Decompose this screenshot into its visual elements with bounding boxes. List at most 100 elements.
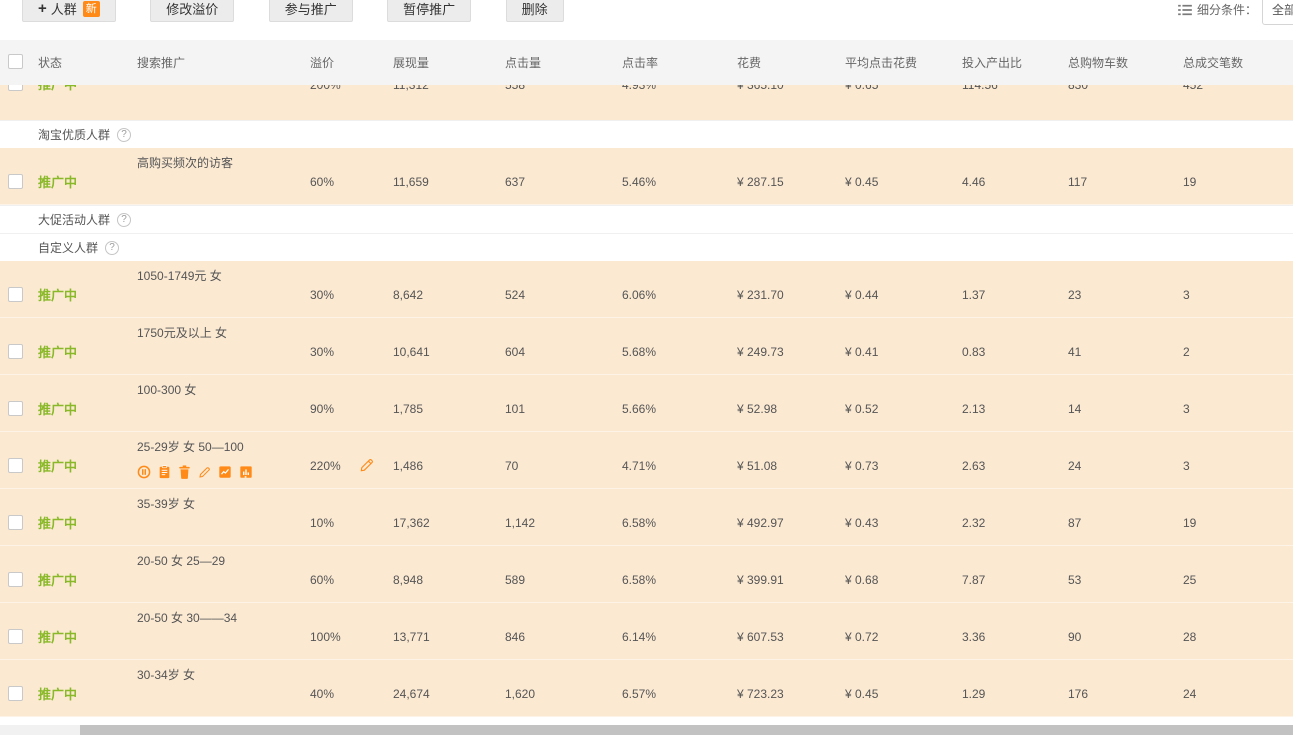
- impressions-cell: 8,948: [393, 546, 505, 603]
- row-checkbox[interactable]: [8, 458, 23, 473]
- col-header-cost[interactable]: 花费: [737, 54, 845, 71]
- status-label: 推广中: [38, 399, 77, 418]
- deals-cell: 28: [1183, 603, 1293, 660]
- clicks-value: 1,620: [505, 687, 535, 701]
- row-checkbox[interactable]: [8, 344, 23, 359]
- horizontal-scrollbar[interactable]: [0, 725, 1293, 735]
- col-header-premium[interactable]: 溢价: [310, 54, 393, 71]
- clicks-value: 70: [505, 459, 518, 473]
- audience-name[interactable]: 高购买频次的访客: [137, 155, 310, 171]
- audience-name[interactable]: 20-50 女 25—29: [137, 553, 310, 569]
- carts-cell: 24: [1068, 432, 1183, 489]
- segment-dropdown[interactable]: 全部: [1262, 0, 1293, 25]
- col-header-avg-cost[interactable]: 平均点击花费: [845, 54, 962, 71]
- premium-cell: 200%: [310, 85, 393, 120]
- col-header-deals[interactable]: 总成交笔数: [1183, 54, 1293, 71]
- audience-name[interactable]: 35-39岁 女: [137, 496, 310, 512]
- row-checkbox[interactable]: [8, 515, 23, 530]
- impressions-cell: 13,771: [393, 603, 505, 660]
- cost-cell: ¥ 231.70: [737, 261, 845, 318]
- deals-cell: 3: [1183, 261, 1293, 318]
- edit-premium-icon[interactable]: [359, 458, 374, 473]
- status-cell: 推广中: [30, 603, 137, 660]
- roi-value: 0.83: [962, 345, 985, 359]
- row-checkbox[interactable]: [8, 572, 23, 587]
- ctr-value: 6.14%: [622, 630, 656, 644]
- audience-name[interactable]: 1750元及以上 女: [137, 325, 310, 341]
- status-label: 推广中: [38, 627, 77, 646]
- join-promotion-button[interactable]: 参与推广: [269, 0, 353, 22]
- cost-value: ¥ 231.70: [737, 288, 784, 302]
- table-row: 推广中200%11,3125584.93%¥ 365.10¥ 0.65114.5…: [0, 85, 1293, 120]
- help-icon[interactable]: ?: [117, 213, 131, 227]
- roi-value: 7.87: [962, 573, 985, 587]
- name-cell: 35-39岁 女: [137, 489, 310, 546]
- carts-value: 24: [1068, 459, 1081, 473]
- audience-name[interactable]: 25-29岁 女 50—100: [137, 439, 310, 455]
- table-row-grid: 推广中35-39岁 女10%17,3621,1426.58%¥ 492.97¥ …: [0, 489, 1293, 546]
- row-checkbox[interactable]: [8, 686, 23, 701]
- audience-name[interactable]: 100-300 女: [137, 382, 310, 398]
- audience-name[interactable]: 20-50 女 30——34: [137, 610, 310, 626]
- scrollbar-thumb[interactable]: [80, 725, 1293, 735]
- ctr-value: 5.46%: [622, 175, 656, 189]
- col-header-clicks[interactable]: 点击量: [505, 54, 622, 71]
- avg_cost-cell: ¥ 0.68: [845, 546, 962, 603]
- col-header-roi[interactable]: 投入产出比: [962, 54, 1068, 71]
- roi-value: 4.46: [962, 175, 985, 189]
- cost-value: ¥ 492.97: [737, 516, 784, 530]
- add-audience-button[interactable]: + 人群 新: [22, 0, 116, 22]
- audience-name[interactable]: 1050-1749元 女: [137, 268, 310, 284]
- col-header-status[interactable]: 状态: [30, 54, 137, 71]
- deals-value: 3: [1183, 459, 1190, 473]
- status-cell: 推广中: [30, 660, 137, 717]
- col-header-impressions[interactable]: 展现量: [393, 54, 505, 71]
- roi-cell: 2.63: [962, 432, 1068, 489]
- checkbox-cell: [0, 375, 30, 432]
- col-header-search-promo[interactable]: 搜索推广: [137, 54, 310, 71]
- avg_cost-value: ¥ 0.45: [845, 687, 878, 701]
- row-checkbox[interactable]: [8, 401, 23, 416]
- ctr-value: 6.06%: [622, 288, 656, 302]
- trend-chart-icon[interactable]: [218, 465, 232, 479]
- audience-name[interactable]: 30-34岁 女: [137, 667, 310, 683]
- help-icon[interactable]: ?: [117, 128, 131, 142]
- deals-cell: 24: [1183, 660, 1293, 717]
- col-header-ctr[interactable]: 点击率: [622, 54, 737, 71]
- row-checkbox[interactable]: [8, 174, 23, 189]
- col-header-carts[interactable]: 总购物车数: [1068, 54, 1183, 71]
- pause-icon[interactable]: [137, 465, 151, 479]
- premium-cell: 30%: [310, 318, 393, 375]
- chart-column-icon[interactable]: [239, 465, 253, 479]
- help-icon[interactable]: ?: [105, 241, 119, 255]
- table-row: 推广中35-39岁 女10%17,3621,1426.58%¥ 492.97¥ …: [0, 489, 1293, 546]
- clicks-value: 101: [505, 402, 525, 416]
- audience-group-label: 自定义人群: [38, 239, 98, 256]
- edit-icon[interactable]: [198, 466, 211, 479]
- delete-button[interactable]: 删除: [506, 0, 564, 22]
- status-label: 推广中: [38, 85, 77, 92]
- table-row-grid: 推广中100-300 女90%1,7851015.66%¥ 52.98¥ 0.5…: [0, 375, 1293, 432]
- premium-cell: 90%: [310, 375, 393, 432]
- cost-cell: ¥ 287.15: [737, 148, 845, 205]
- segment-label: 细分条件：: [1197, 1, 1257, 18]
- row-checkbox[interactable]: [8, 629, 23, 644]
- modify-premium-button[interactable]: 修改溢价: [150, 0, 234, 22]
- clicks-cell: 70: [505, 432, 622, 489]
- row-checkbox[interactable]: [8, 85, 23, 91]
- roi-cell: 0.83: [962, 318, 1068, 375]
- carts-cell: 23: [1068, 261, 1183, 318]
- checkbox-cell: [0, 318, 30, 375]
- cost-value: ¥ 607.53: [737, 630, 784, 644]
- delete-icon[interactable]: [178, 465, 191, 479]
- ctr-value: 4.93%: [622, 85, 656, 92]
- status-label: 推广中: [38, 513, 77, 532]
- row-checkbox[interactable]: [8, 287, 23, 302]
- ctr-value: 6.57%: [622, 687, 656, 701]
- premium-value: 90%: [310, 402, 334, 416]
- select-all-checkbox[interactable]: [8, 54, 23, 69]
- roi-value: 2.63: [962, 459, 985, 473]
- pause-promotion-button[interactable]: 暂停推广: [387, 0, 471, 22]
- roi-value: 1.37: [962, 288, 985, 302]
- report-icon[interactable]: [158, 465, 171, 479]
